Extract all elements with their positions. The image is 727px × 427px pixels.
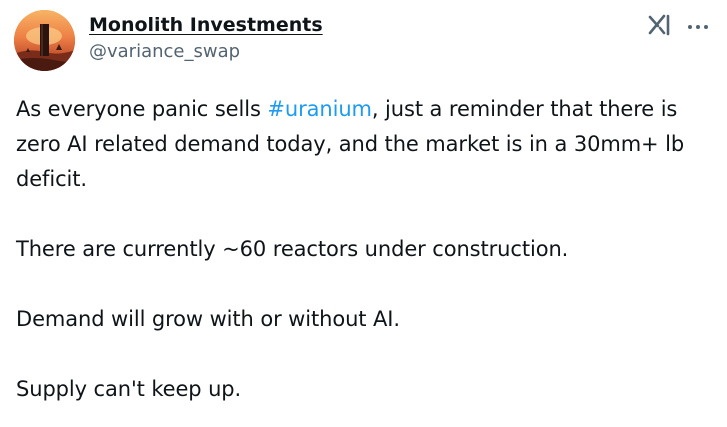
tweet-card: Monolith Investments @variance_swap As e…: [0, 0, 727, 427]
user-info: Monolith Investments @variance_swap: [89, 12, 323, 65]
monolith-sunset-avatar-icon: [14, 10, 75, 71]
tweet-paragraph: Demand will grow with or without AI.: [16, 307, 400, 331]
tweet-header: Monolith Investments @variance_swap: [14, 10, 714, 72]
tweet-paragraph: Supply can't keep up.: [16, 377, 242, 401]
user-handle[interactable]: @variance_swap: [89, 39, 323, 65]
avatar[interactable]: [14, 10, 75, 71]
hashtag-link[interactable]: #uranium: [267, 97, 372, 121]
grok-icon[interactable]: [647, 12, 673, 38]
display-name[interactable]: Monolith Investments: [89, 12, 323, 38]
tweet-text: As everyone panic sells #uranium, just a…: [16, 92, 716, 407]
tweet-paragraph: There are currently ~60 reactors under c…: [16, 237, 569, 261]
ellipsis-icon: [688, 25, 708, 29]
more-options-icon[interactable]: [686, 18, 710, 30]
grok-glyph-icon: [648, 14, 670, 36]
tweet-text-segment: As everyone panic sells: [16, 97, 268, 121]
tweet-paragraph: As everyone panic sells #uranium, just a…: [16, 92, 716, 197]
